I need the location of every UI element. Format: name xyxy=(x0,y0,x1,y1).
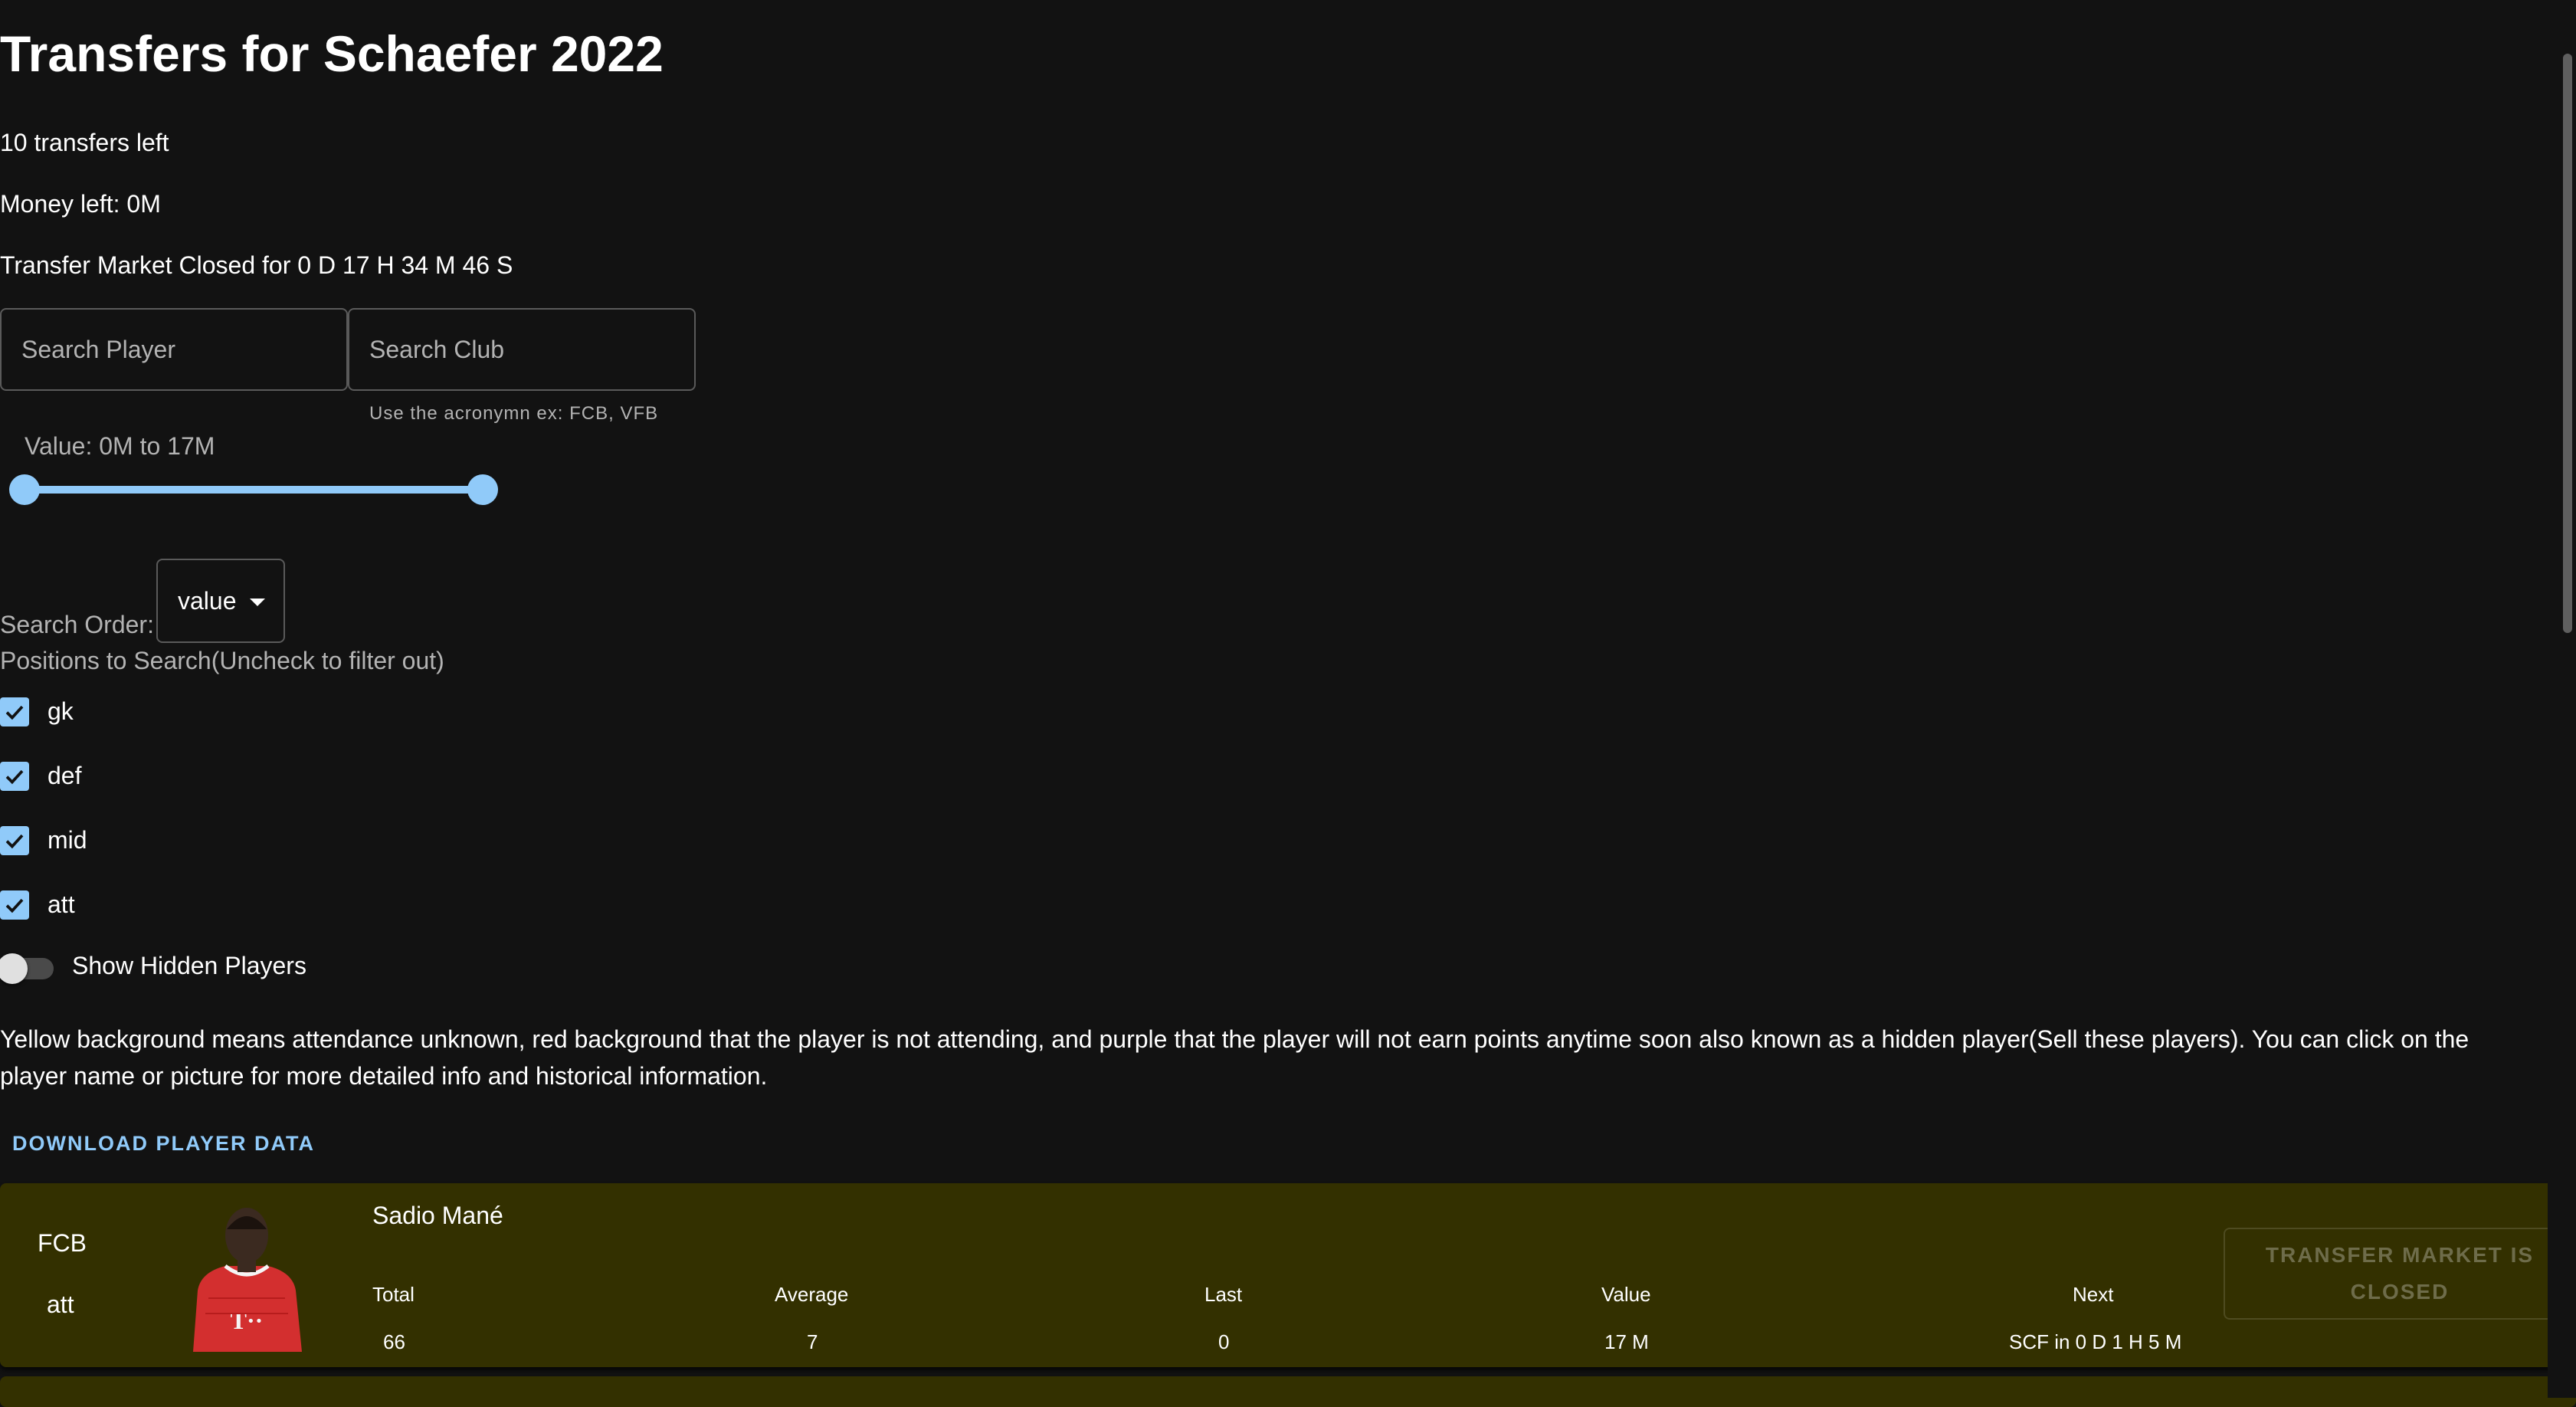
money-left-text: Money left: 0M xyxy=(0,190,161,218)
checkbox-gk[interactable] xyxy=(0,697,29,726)
hidden-players-label: Show Hidden Players xyxy=(72,952,306,979)
player-club: FCB xyxy=(38,1229,87,1257)
checkbox-label-gk: gk xyxy=(48,697,74,725)
transfer-closed-button[interactable]: TRANSFER MARKET IS CLOSED xyxy=(2224,1228,2576,1320)
dropdown-caret-icon xyxy=(250,599,265,606)
player-card-next[interactable] xyxy=(0,1376,2576,1407)
stat-header-next: Next xyxy=(2073,1283,2114,1306)
checkbox-label-def: def xyxy=(48,762,82,789)
checkbox-mid[interactable] xyxy=(0,826,29,855)
page-title: Transfers for Schaefer 2022 xyxy=(0,25,664,82)
player-name[interactable]: Sadio Mané xyxy=(372,1202,503,1230)
checkmark-icon xyxy=(5,898,24,913)
stat-last: 0 xyxy=(1218,1330,1230,1353)
stat-header-value: Value xyxy=(1601,1283,1651,1306)
stat-header-last: Last xyxy=(1204,1283,1243,1306)
stat-header-average: Average xyxy=(775,1283,849,1306)
player-photo[interactable]: T·· xyxy=(178,1199,316,1352)
hidden-players-switch-thumb[interactable] xyxy=(0,953,28,984)
stat-value: 17 M xyxy=(1604,1330,1649,1353)
checkmark-icon xyxy=(5,705,24,720)
search-order-value: value xyxy=(178,586,237,615)
value-range-track[interactable] xyxy=(25,486,483,494)
transfers-left-text: 10 transfers left xyxy=(0,129,169,156)
checkbox-label-mid: mid xyxy=(48,826,87,854)
search-club-helper-text: Use the acronymn ex: FCB, VFB xyxy=(369,403,659,424)
stat-total: 66 xyxy=(383,1330,405,1353)
checkmark-icon xyxy=(5,834,24,849)
search-player-input[interactable] xyxy=(0,308,348,391)
positions-label: Positions to Search(Uncheck to filter ou… xyxy=(0,647,444,674)
stat-next-match: SCF in 0 D 1 H 5 M xyxy=(2009,1330,2182,1353)
checkbox-label-att: att xyxy=(48,890,75,918)
player-position: att xyxy=(47,1291,74,1318)
search-club-input[interactable] xyxy=(348,308,696,391)
transfers-page: Transfers for Schaefer 2022 10 transfers… xyxy=(0,0,2576,1407)
svg-text:T··: T·· xyxy=(231,1307,264,1334)
checkbox-def[interactable] xyxy=(0,762,29,791)
stat-average: 7 xyxy=(807,1330,818,1353)
search-order-select[interactable]: value xyxy=(156,559,285,643)
legend-info-text: Yellow background means attendance unkno… xyxy=(0,1025,2469,1090)
value-min-thumb[interactable] xyxy=(9,474,40,505)
checkmark-icon xyxy=(5,769,24,785)
value-max-thumb[interactable] xyxy=(467,474,498,505)
stat-header-total: Total xyxy=(372,1283,415,1306)
market-status-text: Transfer Market Closed for 0 D 17 H 34 M… xyxy=(0,251,513,279)
scrollbar-thumb[interactable] xyxy=(2563,54,2572,633)
search-order-label: Search Order: xyxy=(0,611,154,638)
page-scrollbar[interactable] xyxy=(2548,0,2576,1398)
download-player-data-button[interactable]: Download Player Data xyxy=(12,1132,315,1156)
checkbox-att[interactable] xyxy=(0,890,29,920)
value-range-label: Value: 0M to 17M xyxy=(25,432,215,460)
